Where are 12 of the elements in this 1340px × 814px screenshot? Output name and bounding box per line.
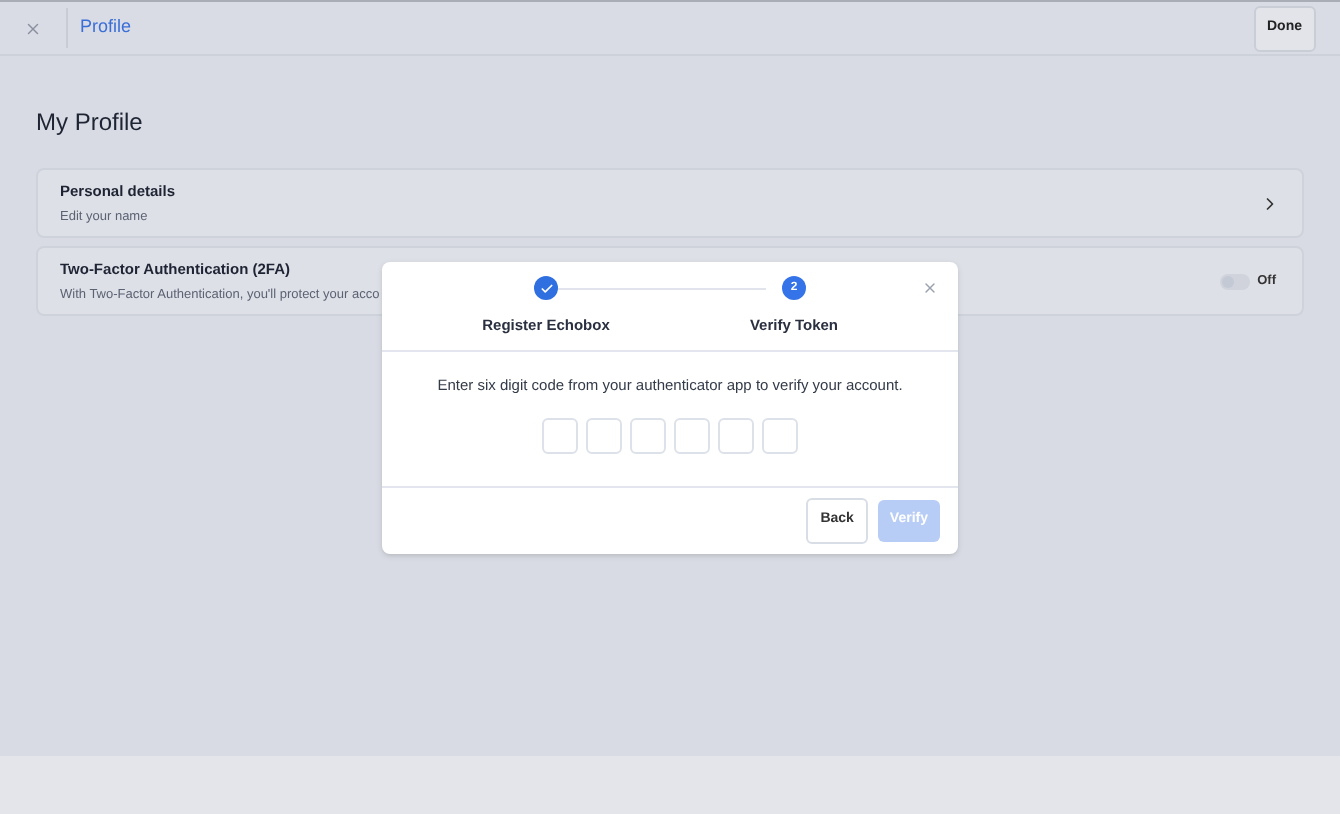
code-digit-field[interactable] [718,418,754,455]
page-header-title: Profile [80,14,132,41]
code-digit-field[interactable] [586,418,622,455]
code-digit-field[interactable] [542,418,578,455]
check-icon [539,281,553,295]
page-title: My Profile [36,106,145,140]
toggle-switch[interactable] [1219,273,1250,289]
close-icon[interactable] [24,19,42,37]
code-digit-field[interactable] [630,418,666,455]
code-digit-field[interactable] [674,418,710,455]
code-digit-field[interactable] [762,418,798,455]
close-icon[interactable] [922,280,938,296]
